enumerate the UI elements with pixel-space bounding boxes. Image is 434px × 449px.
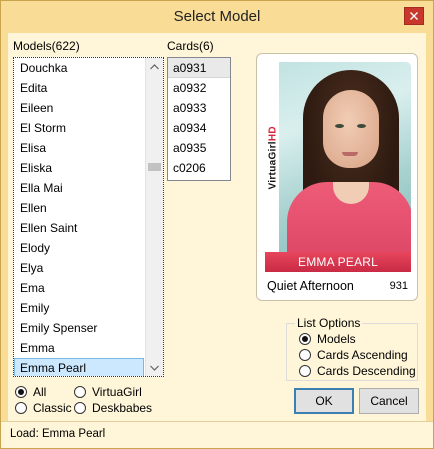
models-scrollbar[interactable] (145, 58, 163, 376)
card-number: 931 (389, 280, 408, 292)
chevron-down-icon (150, 365, 159, 371)
models-header: Models(622) (13, 39, 80, 53)
model-list-item[interactable]: Ellen (14, 198, 144, 218)
model-list-item[interactable]: Ella Mai (14, 178, 144, 198)
filter-all[interactable]: All (15, 385, 46, 399)
model-list-item[interactable]: El Storm (14, 118, 144, 138)
model-list-item[interactable]: Elisa (14, 138, 144, 158)
card-list-item[interactable]: c0206 (168, 158, 230, 178)
model-list-item[interactable]: Eileen (14, 98, 144, 118)
ok-button[interactable]: OK (294, 388, 354, 414)
brand-logo: VirtuaGirlHD (267, 126, 279, 190)
radio-indicator (299, 365, 311, 377)
radio-indicator (74, 402, 86, 414)
status-bar: Load: Emma Pearl (1, 421, 433, 448)
model-list-item[interactable]: Eliska (14, 158, 144, 178)
radio-cards-ascending[interactable]: Cards Ascending (299, 348, 408, 362)
model-list-item[interactable]: Emily (14, 298, 144, 318)
model-list-item[interactable]: Emily Spenser (14, 318, 144, 338)
card-list-item[interactable]: a0931 (168, 58, 230, 78)
model-list-item[interactable]: Elody (14, 238, 144, 258)
filter-deskbabes[interactable]: Deskbabes (74, 401, 152, 415)
model-list-item[interactable]: Ellen Saint (14, 218, 144, 238)
model-list-item[interactable]: Emma Pearl (14, 358, 144, 376)
radio-indicator (299, 349, 311, 361)
window-title: Select Model (173, 8, 261, 25)
radio-indicator (15, 402, 27, 414)
dialog-body: Models(622) Cards(6) Douchka Edita Eileen E… (8, 33, 426, 441)
close-icon (410, 12, 418, 20)
brand-strip: VirtuaGirlHD (265, 62, 279, 272)
select-model-dialog: Select Model Models(622) Cards(6) Douchk… (0, 0, 434, 449)
close-button[interactable] (404, 7, 424, 25)
model-name-banner: EMMA PEARL (265, 252, 411, 272)
radio-cards-descending[interactable]: Cards Descending (299, 364, 416, 378)
card-list-item[interactable]: a0933 (168, 98, 230, 118)
card-list-item[interactable]: a0934 (168, 118, 230, 138)
scroll-thumb[interactable] (148, 163, 161, 171)
model-list-item[interactable]: Edita (14, 78, 144, 98)
model-list-item[interactable]: Ema (14, 278, 144, 298)
card-list-item[interactable]: a0932 (168, 78, 230, 98)
chevron-up-icon (150, 63, 159, 69)
cards-header: Cards(6) (167, 39, 214, 53)
card-caption: Quiet Afternoon 931 (265, 276, 411, 296)
cards-list[interactable]: a0931 a0932 a0933 a0934 a0935 c0206 (167, 57, 231, 181)
title-bar[interactable]: Select Model (1, 1, 433, 33)
cancel-button[interactable]: Cancel (359, 388, 419, 414)
radio-indicator (299, 333, 311, 345)
filter-virtuagirl[interactable]: VirtuaGirl (74, 385, 142, 399)
model-list-item[interactable]: Elya (14, 258, 144, 278)
radio-indicator (74, 386, 86, 398)
card-list-item[interactable]: a0935 (168, 138, 230, 158)
filter-classic[interactable]: Classic (15, 401, 72, 415)
status-text: Load: Emma Pearl (10, 428, 106, 440)
model-list-item[interactable]: Emma (14, 338, 144, 358)
radio-indicator (15, 386, 27, 398)
list-options-group: List Options Models Cards Ascending Card… (286, 316, 418, 381)
scroll-up-button[interactable] (146, 58, 163, 75)
scroll-down-button[interactable] (146, 359, 163, 376)
model-photo: VirtuaGirlHD (265, 62, 411, 272)
card-preview: VirtuaGirlHD EMMA PEARL Quiet Afternoon … (256, 53, 418, 301)
list-options-title: List Options (295, 316, 363, 330)
card-title: Quiet Afternoon (267, 279, 354, 293)
model-list-item[interactable]: Douchka (14, 58, 144, 78)
radio-models[interactable]: Models (299, 332, 356, 346)
models-list[interactable]: Douchka Edita Eileen El Storm Elisa Eliska Ell… (13, 57, 164, 377)
